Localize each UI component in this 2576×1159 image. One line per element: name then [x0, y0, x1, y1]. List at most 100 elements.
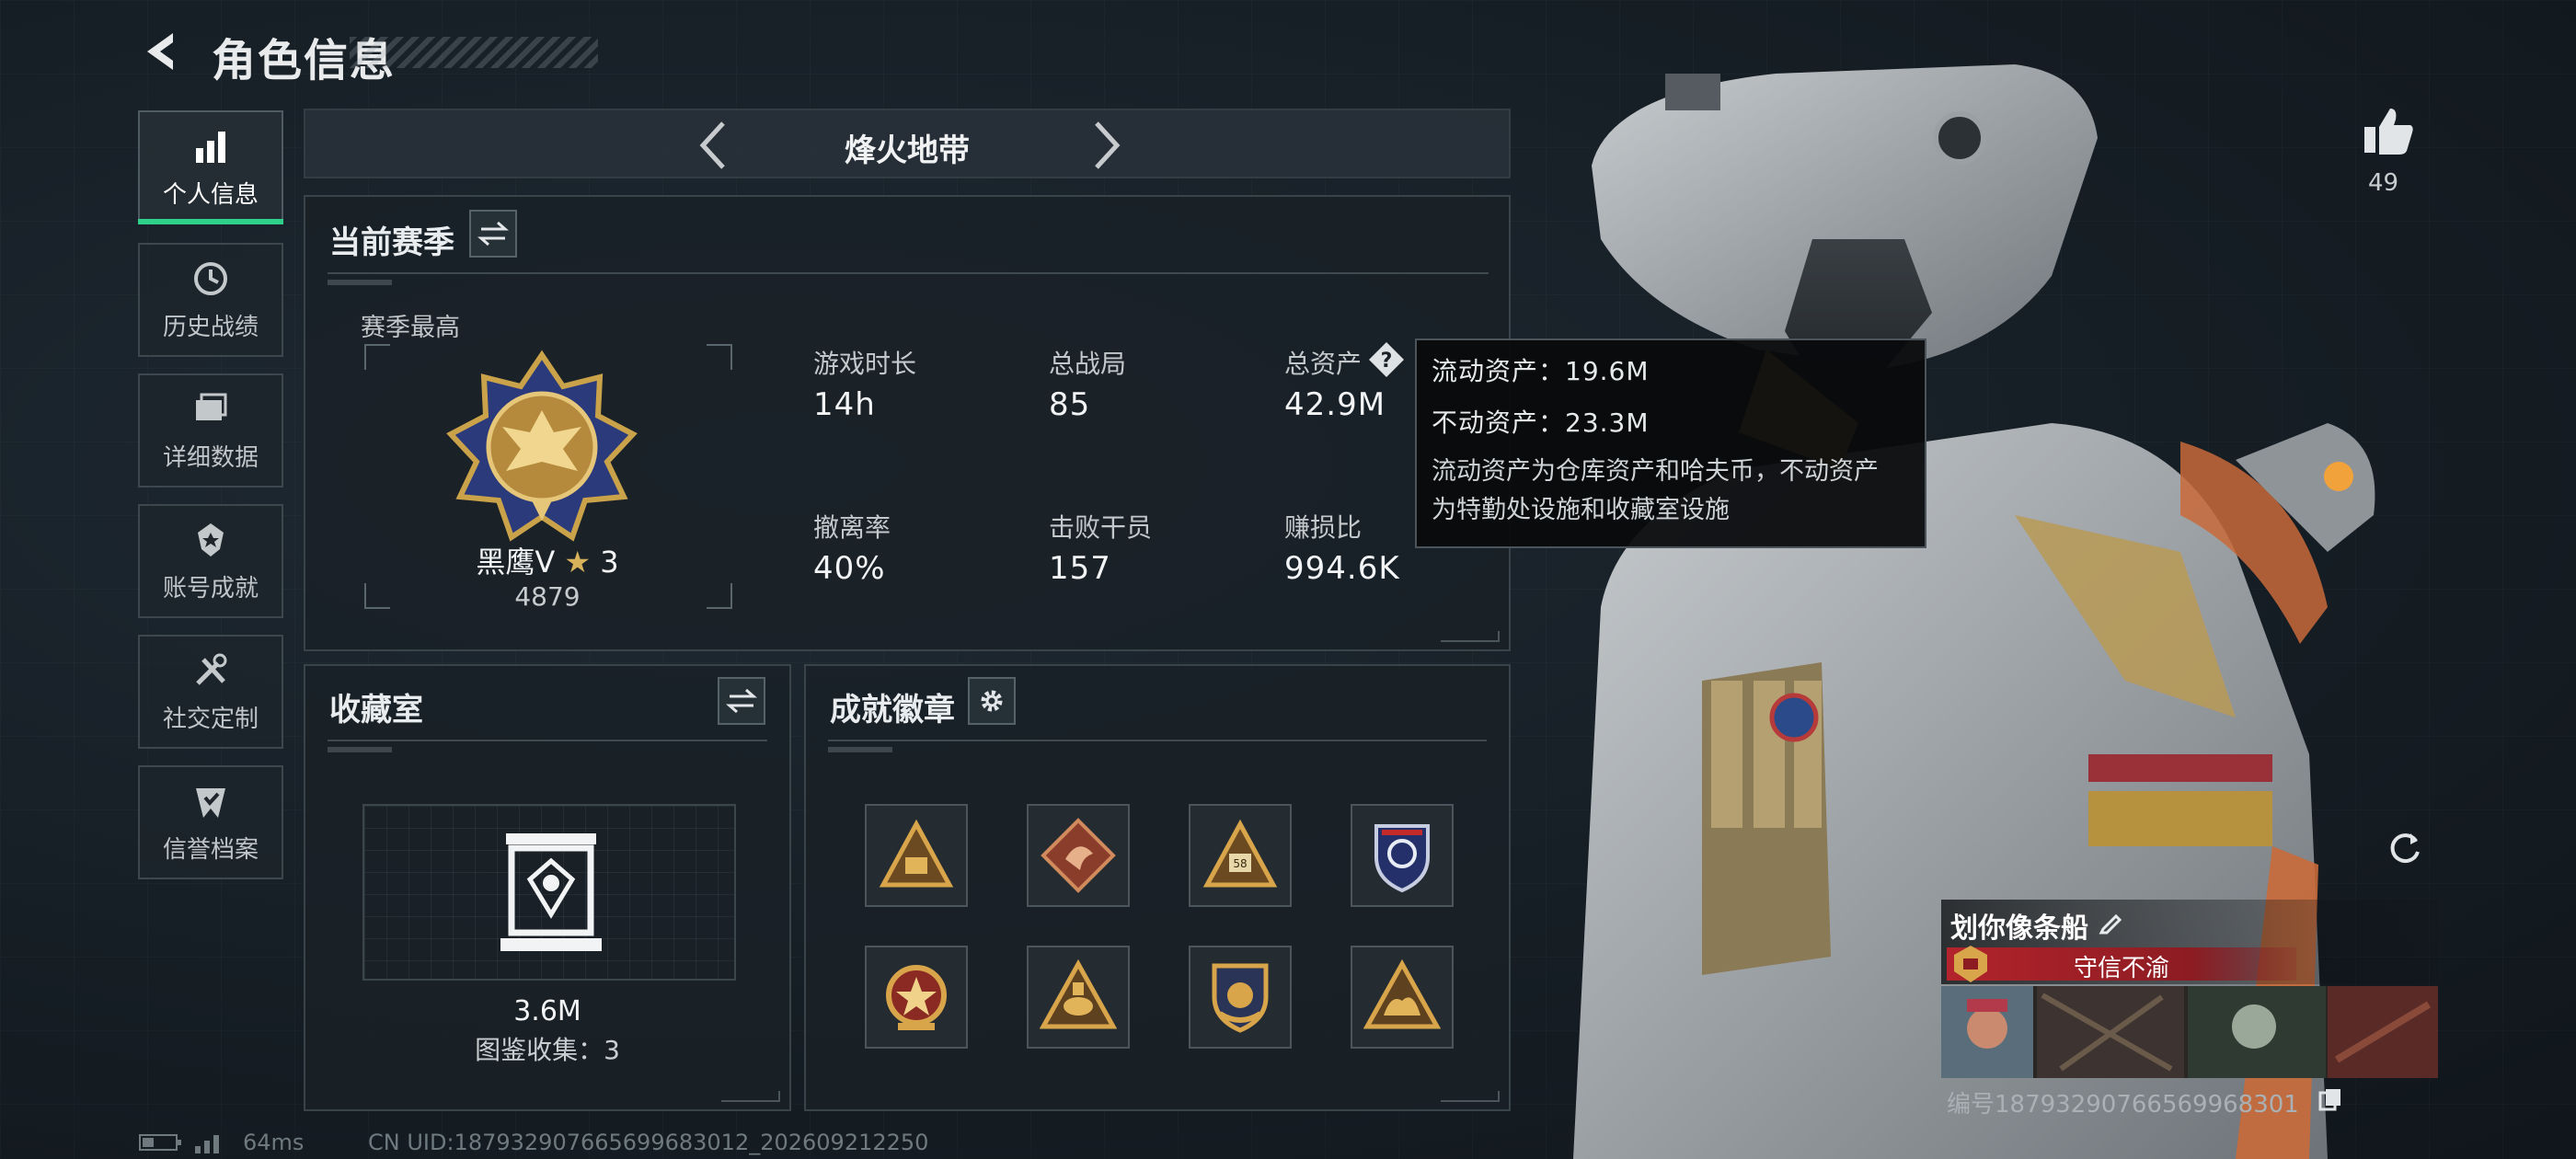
title-tag: 守信不渝	[1947, 946, 2296, 982]
sidebar-item-label: 历史战绩	[162, 313, 259, 341]
star-icon: ★	[564, 545, 592, 580]
swap-icon	[477, 221, 509, 247]
player-card: 划你像条船 守信不渝	[1941, 900, 2438, 1084]
copy-icon[interactable]	[2318, 1087, 2342, 1111]
warning-triangle-badge-icon	[879, 819, 954, 888]
corner-decoration	[1441, 1091, 1500, 1102]
achievement-badge[interactable]	[865, 804, 968, 907]
swap-icon	[726, 688, 757, 714]
elephant-triangle-badge-icon	[1040, 958, 1117, 1029]
chevron-right-icon[interactable]	[1084, 120, 1128, 171]
achievements-title: 成就徽章	[830, 692, 955, 729]
season-title: 当前赛季	[329, 224, 454, 261]
star-wreath-badge-icon	[886, 965, 947, 1030]
sidebar-item-label: 账号成就	[162, 574, 259, 602]
divider-tick	[328, 747, 392, 752]
rank-name: 黑鹰Ⅴ	[476, 545, 556, 580]
stat-value-playtime: 14h	[813, 386, 876, 423]
corner-decoration	[721, 1091, 780, 1102]
rotate-view-icon[interactable]	[2385, 828, 2425, 868]
thumbs-up-icon[interactable]	[2361, 103, 2416, 158]
collection-panel: 收藏室 3.6M 图鉴收集：3	[304, 664, 791, 1111]
collection-switch-button[interactable]	[718, 677, 765, 725]
rank-name-row: 黑鹰Ⅴ ★ 3	[364, 539, 730, 581]
uid-text: CN UID:187932907665699683012_20260921225…	[368, 1130, 929, 1155]
card-banner-art	[1941, 986, 2438, 1078]
tooltip-description: 流动资产为仓库资产和哈夫币，不动资产 为特勤处设施和收藏室设施	[1432, 453, 1910, 530]
stat-label-total-assets: 总资产	[1284, 349, 1363, 379]
rank-points: 4879	[514, 581, 581, 612]
map-selector: 烽火地带	[304, 109, 1511, 178]
asset-tooltip: 流动资产：19.6M 不动资产：23.3M 流动资产为仓库资产和哈夫币，不动资产…	[1415, 339, 1926, 548]
ping-value: 64ms	[243, 1130, 305, 1155]
stat-value-total-assets: 42.9M	[1284, 386, 1386, 423]
blue-shield-badge-icon	[1374, 824, 1430, 893]
achievements-panel: 成就徽章 58	[804, 664, 1511, 1111]
svg-text:?: ?	[1381, 350, 1393, 373]
achievements-settings-button[interactable]	[968, 677, 1016, 725]
sidebar-item-details[interactable]: 详细数据	[138, 373, 283, 488]
stat-value-profit-ratio: 994.6K	[1284, 550, 1400, 587]
signal-icon	[195, 1135, 219, 1153]
title-tag-text: 守信不渝	[2073, 955, 2169, 982]
achievement-badge[interactable]	[865, 946, 968, 1049]
sidebar-item-history[interactable]: 历史战绩	[138, 243, 283, 357]
collection-catalog: 图鉴收集：3	[475, 1035, 620, 1065]
divider-tick	[328, 280, 392, 285]
sidebar-item-label: 个人信息	[162, 180, 259, 209]
stat-value-extract-rate: 40%	[813, 550, 886, 587]
like-count: 49	[2368, 169, 2399, 197]
dragon-diamond-badge-icon	[1041, 818, 1116, 893]
collection-title: 收藏室	[329, 692, 423, 729]
season-switch-button[interactable]	[469, 210, 517, 258]
title-decoration	[350, 37, 598, 68]
stat-label-kills: 击败干员	[1049, 512, 1153, 543]
sidebar-item-label: 信誉档案	[162, 835, 259, 864]
black-hawk-rank-emblem-icon	[446, 350, 638, 542]
frame-corner	[364, 344, 390, 370]
achievement-badge[interactable]	[1027, 804, 1130, 907]
frame-corner	[707, 344, 732, 370]
back-arrow-icon[interactable]	[138, 28, 186, 75]
svg-text:58: 58	[1233, 857, 1247, 870]
edit-pencil-icon[interactable]	[2098, 909, 2125, 936]
corner-decoration	[1441, 631, 1500, 642]
map-name: 烽火地带	[845, 132, 970, 169]
season-panel: 当前赛季 赛季最高 黑鹰Ⅴ ★ 3 4879 游戏时长 14h 总战局 85 总…	[304, 195, 1511, 651]
numbered-triangle-badge-icon: 58	[1202, 819, 1278, 888]
tooltip-desc-line: 为特勤处设施和收藏室设施	[1432, 496, 1730, 524]
divider	[828, 740, 1487, 741]
stat-label-playtime: 游戏时长	[813, 349, 917, 379]
battery-icon	[139, 1134, 181, 1151]
display-case-icon	[500, 833, 602, 951]
collection-value: 3.6M	[513, 995, 581, 1027]
gear-icon	[981, 690, 1003, 712]
help-icon[interactable]: ?	[1367, 340, 1406, 379]
folder-icon	[196, 393, 227, 420]
stat-label-matches: 总战局	[1049, 349, 1127, 379]
tooltip-liquid-assets: 流动资产：19.6M	[1432, 356, 1650, 386]
sidebar-item-reputation[interactable]: 信誉档案	[138, 765, 283, 879]
player-name: 划你像条船	[1950, 912, 2088, 945]
tools-icon	[196, 653, 227, 685]
achievement-badge[interactable]	[1189, 946, 1292, 1049]
player-serial: 编号18793290766569968301	[1947, 1091, 2299, 1119]
medal-icon	[198, 522, 224, 557]
season-best-label: 赛季最高	[361, 314, 460, 342]
achievement-badge[interactable]	[1351, 946, 1454, 1049]
sidebar-item-personal-info[interactable]: 个人信息	[138, 110, 283, 224]
achievement-badge[interactable]: 58	[1189, 804, 1292, 907]
stat-value-kills: 157	[1049, 550, 1111, 587]
sidebar-item-label: 社交定制	[162, 705, 259, 733]
sidebar-item-achievements[interactable]: 账号成就	[138, 504, 283, 618]
achievement-badge[interactable]	[1351, 804, 1454, 907]
achievement-badge[interactable]	[1027, 946, 1130, 1049]
collection-preview[interactable]	[362, 804, 736, 981]
camel-triangle-badge-icon	[1363, 958, 1441, 1029]
stat-value-matches: 85	[1049, 386, 1091, 423]
crest-shield-badge-icon	[1212, 963, 1269, 1033]
clock-history-icon	[194, 261, 227, 295]
bar-chart-icon	[196, 131, 225, 163]
sidebar-item-social[interactable]: 社交定制	[138, 635, 283, 749]
tooltip-fixed-assets: 不动资产：23.3M	[1432, 407, 1650, 438]
